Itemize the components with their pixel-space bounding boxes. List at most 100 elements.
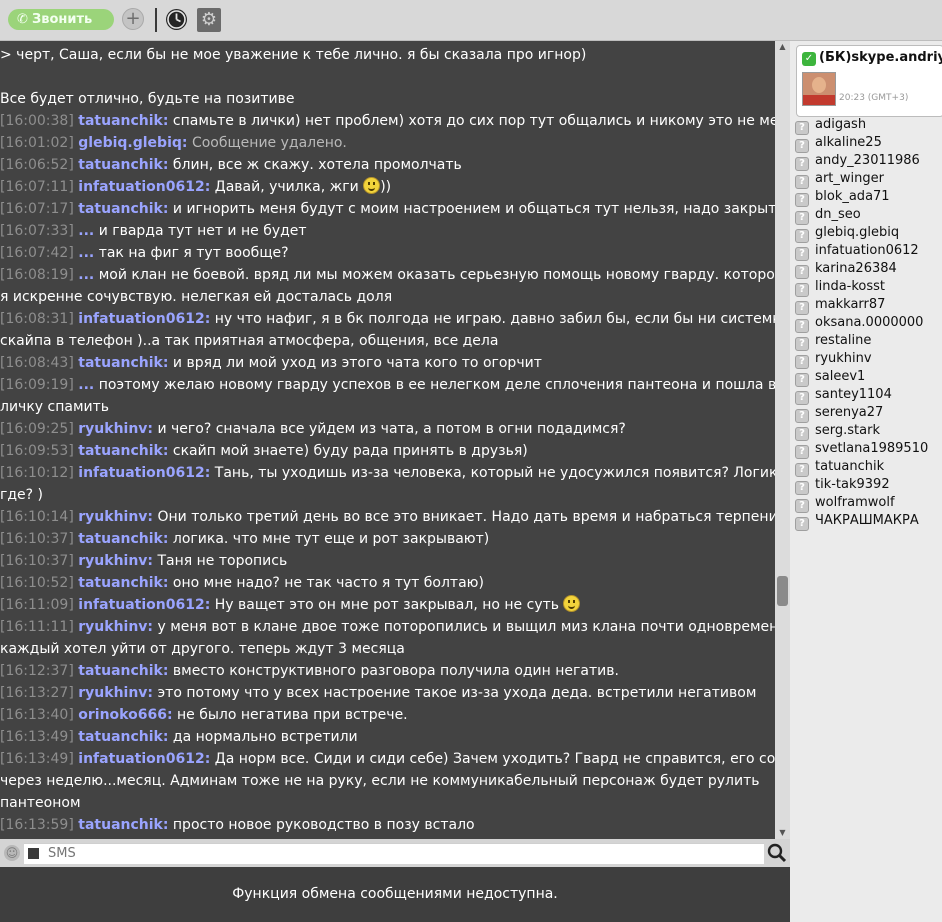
contact-item[interactable]: ? restaline (795, 332, 940, 351)
message-author[interactable]: infatuation0612: (78, 465, 210, 481)
history-button[interactable] (166, 9, 187, 30)
contact-item[interactable]: ? tatuanchik (795, 458, 940, 477)
contact-item[interactable]: ? infatuation0612 (795, 242, 940, 261)
message-text: пантеоном (0, 795, 81, 811)
message-author[interactable]: tatuanchik: (78, 201, 168, 217)
message-text-suffix: )) (380, 179, 392, 195)
contact-item[interactable]: ? adigash (795, 116, 940, 135)
message-timestamp: [16:10:52] (0, 575, 74, 591)
contact-item[interactable]: ? serg.stark (795, 422, 940, 441)
chat-message: [16:10:14] ryukhinv: Они только третий д… (0, 506, 775, 528)
message-author[interactable]: tatuanchik: (78, 157, 168, 173)
scrollbar-thumb[interactable] (777, 576, 788, 606)
message-timestamp: [16:10:14] (0, 509, 74, 525)
contact-item[interactable]: ? ryukhinv (795, 350, 940, 369)
message-author[interactable]: infatuation0612: (78, 751, 210, 767)
profile-card[interactable]: ✓ (БК)skype.andriy 20:23 (GMT+3) (796, 45, 942, 117)
message-author[interactable]: infatuation0612: (78, 597, 210, 613)
message-author[interactable]: tatuanchik: (78, 355, 168, 371)
message-text: и гварда тут нет и не будет (98, 223, 307, 239)
chat-message: [16:10:37] tatuanchik: логика. что мне т… (0, 528, 772, 550)
history-clock-icon (167, 10, 186, 29)
unknown-status-icon: ? (795, 337, 809, 351)
contact-item[interactable]: ? tik-tak9392 (795, 476, 940, 495)
unknown-status-icon: ? (795, 391, 809, 405)
message-timestamp: [16:10:37] (0, 553, 74, 569)
message-timestamp: [16:07:42] (0, 245, 74, 261)
unknown-status-icon: ? (795, 247, 809, 261)
message-author[interactable]: ryukhinv: (78, 509, 153, 525)
message-text: не было негатива при встрече. (177, 707, 408, 723)
scroll-down-arrow-icon[interactable]: ▼ (775, 829, 790, 837)
call-button[interactable]: ✆ Звонить (8, 9, 114, 30)
message-author[interactable]: tatuanchik: (78, 575, 168, 591)
unknown-status-icon: ? (795, 463, 809, 477)
contact-item[interactable]: ? serenya27 (795, 404, 940, 423)
contact-item[interactable]: ? oksana.0000000 (795, 314, 940, 333)
unknown-status-icon: ? (795, 301, 809, 315)
contact-item[interactable]: ? art_winger (795, 170, 940, 189)
chat-scrollbar[interactable]: ▲ ▼ (775, 41, 790, 839)
message-text: вместо конструктивного разговора получил… (172, 663, 619, 679)
contact-name: saleev1 (815, 369, 866, 384)
sms-field[interactable] (24, 843, 764, 864)
message-author[interactable]: glebiq.glebiq: (78, 135, 187, 151)
add-button[interactable]: + (122, 8, 144, 30)
message-author[interactable]: ... (78, 377, 94, 393)
message-author[interactable]: tatuanchik: (78, 443, 168, 459)
contact-item[interactable]: ? svetlana1989510 (795, 440, 940, 459)
chat-message: [16:12:37] tatuanchik: вместо конструкти… (0, 660, 772, 682)
message-author[interactable]: tatuanchik: (78, 729, 168, 745)
message-text: Тань, ты уходишь из-за человека, который… (214, 465, 775, 481)
unknown-status-icon: ? (795, 373, 809, 387)
profile-name: (БК)skype.andriy (819, 50, 942, 65)
message-text: личку спамить (0, 399, 110, 415)
contact-name: ryukhinv (815, 351, 872, 366)
contact-name: tik-tak9392 (815, 477, 890, 492)
message-author[interactable]: tatuanchik: (78, 817, 168, 833)
contact-item[interactable]: ? linda-kosst (795, 278, 940, 297)
contact-item[interactable]: ? glebiq.glebiq (795, 224, 940, 243)
contact-item[interactable]: ? santey1104 (795, 386, 940, 405)
message-author[interactable]: tatuanchik: (78, 531, 168, 547)
unknown-status-icon: ? (795, 427, 809, 441)
emoji-button[interactable]: ☺ (4, 845, 20, 861)
chat-message: [16:09:25] ryukhinv: и чего? сначала все… (0, 418, 772, 440)
message-author[interactable]: tatuanchik: (78, 663, 168, 679)
contact-item[interactable]: ? andy_23011986 (795, 152, 940, 171)
message-author[interactable]: infatuation0612: (78, 179, 210, 195)
message-author[interactable]: tatuanchik: (78, 113, 168, 129)
message-author[interactable]: ryukhinv: (78, 553, 153, 569)
contact-item[interactable]: ? dn_seo (795, 206, 940, 225)
contact-name: ЧАКРАШМАКРА (815, 513, 919, 528)
message-author[interactable]: ... (78, 267, 94, 283)
chat-message: [16:13:49] infatuation0612: Да норм все.… (0, 748, 775, 770)
contact-item[interactable]: ? blok_ada71 (795, 188, 940, 207)
message-author[interactable]: infatuation0612: (78, 311, 210, 327)
chat-message: [16:08:43] tatuanchik: и вряд ли мой ухо… (0, 352, 772, 374)
message-author[interactable]: orinoko666: (78, 707, 172, 723)
message-author[interactable]: ryukhinv: (78, 619, 153, 635)
contact-item[interactable]: ? ЧАКРАШМАКРА (795, 512, 940, 531)
message-author[interactable]: ... (78, 223, 94, 239)
sms-input[interactable] (48, 844, 748, 864)
chat-message: [16:09:19] ... поэтому желаю новому гвар… (0, 374, 775, 396)
contact-item[interactable]: ? makkarr87 (795, 296, 940, 315)
contact-name: tatuanchik (815, 459, 885, 474)
message-author[interactable]: ... (78, 245, 94, 261)
contact-item[interactable]: ? karina26384 (795, 260, 940, 279)
scroll-up-arrow-icon[interactable]: ▲ (775, 43, 790, 51)
message-text: через неделю...месяц. Админам тоже не на… (0, 773, 760, 789)
message-author[interactable]: ryukhinv: (78, 685, 153, 701)
settings-button[interactable]: ⚙ (197, 8, 221, 32)
contact-item[interactable]: ? saleev1 (795, 368, 940, 387)
search-button[interactable] (766, 842, 788, 864)
message-author[interactable]: ryukhinv: (78, 421, 153, 437)
contact-item[interactable]: ? alkaline25 (795, 134, 940, 153)
contact-name: oksana.0000000 (815, 315, 924, 330)
message-text: и чего? сначала все уйдем из чата, а пот… (157, 421, 626, 437)
contact-item[interactable]: ? wolframwolf (795, 494, 940, 513)
contact-name: infatuation0612 (815, 243, 919, 258)
sms-toggle-icon[interactable] (28, 848, 39, 859)
chat-message: [16:08:31] infatuation0612: ну что нафиг… (0, 308, 775, 330)
